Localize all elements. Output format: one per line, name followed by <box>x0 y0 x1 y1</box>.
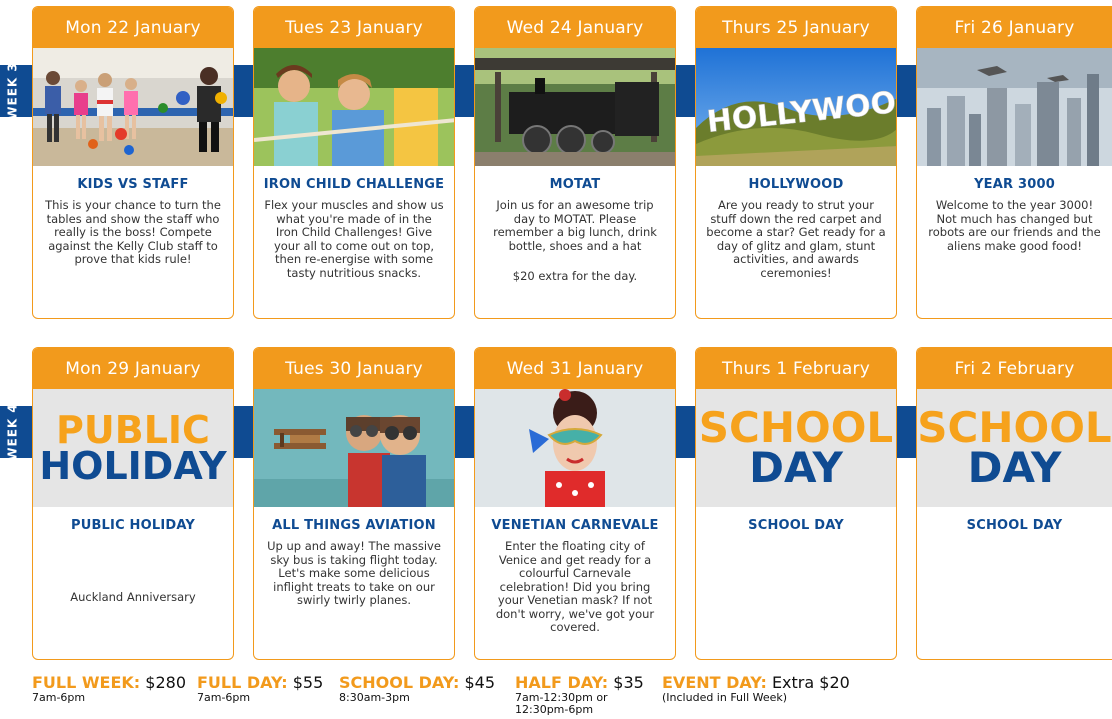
price-full-day: FULL DAY: $55 7am-6pm <box>197 673 323 704</box>
day-card-wed-31: Wed 31 January VENETIAN CARNEVALE Enter … <box>474 347 676 660</box>
day-card-fri-26: Fri 26 January YEAR 3000 Welcome to the … <box>916 6 1112 319</box>
day-card-wed-24: Wed 24 January MOTAT Join us for an awes… <box>474 6 676 319</box>
school-day-panel: SCHOOL DAY <box>696 389 896 507</box>
price-event-day: EVENT DAY: Extra $20 (Included in Full W… <box>662 673 850 704</box>
card-description: Up up and away! The massive sky bus is t… <box>267 539 441 607</box>
day-card-thurs-1: Thurs 1 February SCHOOL DAY SCHOOL DAY <box>695 347 897 660</box>
masked-girl-image <box>475 389 675 507</box>
card-title: PUBLIC HOLIDAY <box>70 518 196 533</box>
big-text-line-1: SCHOOL <box>917 403 1112 452</box>
day-card-tues-23: Tues 23 January IRON CHILD CHALLENGE Fle… <box>253 6 455 319</box>
card-title: KIDS VS STAFF <box>77 177 189 192</box>
price-hours: 8:30am-3pm <box>339 691 410 704</box>
price-label: HALF DAY: <box>515 673 609 692</box>
big-text-line-2: DAY <box>749 443 843 492</box>
aviation-kids-image <box>254 389 454 507</box>
card-date: Mon 22 January <box>33 7 233 48</box>
public-holiday-panel: PUBLIC HOLIDAY <box>33 389 233 507</box>
pricing-footer: FULL WEEK: $280 7am-6pm FULL DAY: $55 7a… <box>32 673 1112 719</box>
day-card-mon-29: Mon 29 January PUBLIC HOLIDAY PUBLIC HOL… <box>32 347 234 660</box>
price-hours: 7am-6pm <box>32 691 86 704</box>
card-title: SCHOOL DAY <box>748 518 844 533</box>
price-note: (Included in Full Week) <box>662 691 788 704</box>
tug-of-war-image <box>254 48 454 166</box>
price-amount: $280 <box>145 673 186 692</box>
day-card-fri-2: Fri 2 February SCHOOL DAY SCHOOL DAY <box>916 347 1112 660</box>
price-hours: 7am-6pm <box>197 691 251 704</box>
card-title: SCHOOL DAY <box>966 518 1063 533</box>
big-text-line-2: HOLIDAY <box>39 444 227 488</box>
price-amount: $45 <box>464 673 495 692</box>
future-city-image <box>917 48 1112 166</box>
day-card-thurs-25: Thurs 25 January HOLLYWOOD HOLLYWOOD Are… <box>695 6 897 319</box>
card-title: HOLLYWOOD <box>748 177 844 192</box>
week-4-label: WEEK 4 <box>5 403 20 461</box>
week-3-label: WEEK 3 <box>5 62 20 120</box>
day-card-mon-22: Mon 22 January KIDS VS STAFF This is you… <box>32 6 234 319</box>
price-label: EVENT DAY: <box>662 673 767 692</box>
big-text-line-1: PUBLIC <box>56 408 210 452</box>
card-date: Tues 23 January <box>254 7 454 48</box>
day-card-tues-30: Tues 30 January ALL THINGS AVIATION Up u… <box>253 347 455 660</box>
price-half-day: HALF DAY: $35 7am-12:30pm or 12:30pm-6pm <box>515 673 644 716</box>
price-label: SCHOOL DAY: <box>339 673 460 692</box>
hollywood-sign-image: HOLLYWOOD <box>696 48 896 166</box>
week-3-tab: WEEK 3 <box>0 62 25 120</box>
card-title: IRON CHILD CHALLENGE <box>263 177 445 192</box>
big-text-line-2: DAY <box>967 443 1062 492</box>
card-date: Mon 29 January <box>33 348 233 389</box>
card-description: Flex your muscles and show us what you'r… <box>264 198 444 280</box>
card-description: Enter the floating city of Venice and ge… <box>495 539 655 634</box>
price-label: FULL WEEK: <box>32 673 141 692</box>
price-amount: Extra $20 <box>771 673 850 692</box>
card-note: Auckland Anniversary <box>70 590 196 604</box>
week-4-tab: WEEK 4 <box>0 403 25 461</box>
card-date: Wed 24 January <box>475 7 675 48</box>
card-extra-cost: $20 extra for the day. <box>512 269 638 283</box>
price-school-day: SCHOOL DAY: $45 8:30am-3pm <box>339 673 495 704</box>
card-date: Thurs 25 January <box>696 7 896 48</box>
card-date: Tues 30 January <box>254 348 454 389</box>
price-label: FULL DAY: <box>197 673 288 692</box>
card-date: Thurs 1 February <box>696 348 896 389</box>
card-description: This is your chance to turn the tables a… <box>45 198 221 266</box>
card-title: YEAR 3000 <box>974 177 1055 192</box>
card-description: Welcome to the year 3000! Not much has c… <box>928 198 1101 253</box>
kids-gym-image <box>33 48 233 166</box>
card-date: Wed 31 January <box>475 348 675 389</box>
price-hours-alt: 12:30pm-6pm <box>515 703 594 716</box>
card-title: VENETIAN CARNEVALE <box>491 518 659 533</box>
card-date: Fri 26 January <box>917 7 1112 48</box>
card-date: Fri 2 February <box>917 348 1112 389</box>
card-description: Join us for an awesome trip day to MOTAT… <box>493 198 657 253</box>
price-full-week: FULL WEEK: $280 7am-6pm <box>32 673 186 704</box>
card-description: Are you ready to strut your stuff down t… <box>706 198 886 280</box>
card-title: MOTAT <box>549 177 601 192</box>
card-title: ALL THINGS AVIATION <box>272 518 436 533</box>
school-day-panel: SCHOOL DAY <box>917 389 1112 507</box>
big-text-line-1: SCHOOL <box>698 403 894 452</box>
price-amount: $55 <box>292 673 324 692</box>
steam-train-image <box>475 48 675 166</box>
price-amount: $35 <box>613 673 644 692</box>
